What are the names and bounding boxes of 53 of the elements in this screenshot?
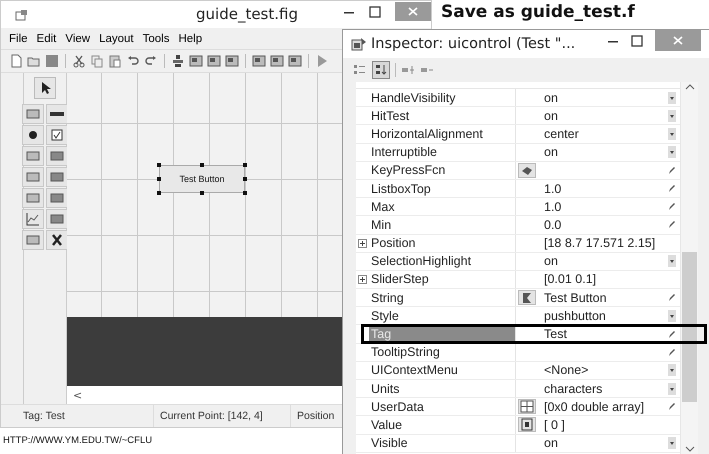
property-value[interactable]: 0.0	[544, 218, 666, 232]
property-value[interactable]: on	[544, 90, 666, 105]
property-name[interactable]: KeyPressFcn	[369, 162, 516, 179]
property-name[interactable]: Style	[369, 307, 516, 324]
property-value[interactable]: 1.0	[544, 182, 666, 196]
menu-item[interactable]: Edit	[36, 32, 56, 44]
window-title: Inspector: uicontrol (Test "...	[371, 36, 576, 52]
menu-item[interactable]: File	[9, 32, 28, 44]
property-name[interactable]: SelectionHighlight	[369, 252, 516, 270]
property-name[interactable]: Position	[369, 234, 516, 252]
property-name[interactable]: ListboxTop	[369, 180, 516, 198]
footer-url: HTTP://WWW.YM.EDU.TW/~CFLU	[3, 435, 152, 446]
window-title: guide_test.fig	[196, 5, 298, 23]
property-name[interactable]: Units	[369, 380, 516, 398]
property-value[interactable]: center	[544, 126, 666, 141]
property-name[interactable]: TooltipString	[369, 344, 516, 361]
scroll-left-arrow[interactable]: <	[73, 388, 82, 402]
property-name[interactable]: HorizontalAlignment	[369, 125, 516, 143]
property-name[interactable]: Value	[369, 416, 516, 434]
property-value[interactable]: on	[544, 436, 666, 450]
layout-canvas[interactable]: Test Button	[67, 73, 342, 317]
property-value[interactable]: [ 0 ]	[544, 418, 666, 432]
property-name[interactable]: UIContextMenu	[369, 362, 516, 379]
menu-item[interactable]: Help	[178, 32, 202, 44]
property-name[interactable]: HandleVisibility	[369, 89, 516, 106]
property-value[interactable]: Test	[544, 327, 666, 342]
property-value[interactable]: on	[544, 254, 666, 268]
property-name[interactable]: SliderStep	[369, 270, 516, 288]
status-text: Tag: Test	[1, 405, 154, 427]
property-value[interactable]: 1.0	[544, 200, 666, 214]
property-value[interactable]: [0.01 0.1]	[544, 272, 666, 286]
property-name[interactable]: Visible	[369, 434, 516, 452]
property-name[interactable]: HitTest	[369, 107, 516, 124]
property-value[interactable]: pushbutton	[544, 308, 666, 323]
property-name[interactable]: UserData	[369, 398, 516, 416]
property-value[interactable]: <None>	[544, 363, 666, 378]
test-button[interactable]: Test Button	[159, 165, 245, 193]
property-value[interactable]: on	[544, 145, 666, 160]
property-value[interactable]: Test Button	[544, 290, 666, 305]
property-value[interactable]: on	[544, 108, 666, 123]
status-text: Position	[296, 409, 334, 424]
property-name[interactable]: String	[369, 289, 516, 306]
menu-item[interactable]: Tools	[142, 32, 170, 44]
property-name[interactable]: Min	[369, 216, 516, 234]
property-value[interactable]: [0x0 double array]	[544, 400, 666, 414]
menu-item[interactable]: View	[65, 32, 90, 44]
slide-title: Save as guide_test.f	[441, 2, 635, 22]
property-name[interactable]: Interruptible	[369, 144, 516, 161]
property-name[interactable]: Max	[369, 198, 516, 216]
menu-item[interactable]: Layout	[99, 32, 134, 44]
property-value[interactable]: characters	[544, 382, 666, 396]
status-text: Current Point: [142, 4]	[154, 405, 291, 427]
property-value[interactable]: [18 8.7 17.571 2.15]	[544, 236, 666, 250]
